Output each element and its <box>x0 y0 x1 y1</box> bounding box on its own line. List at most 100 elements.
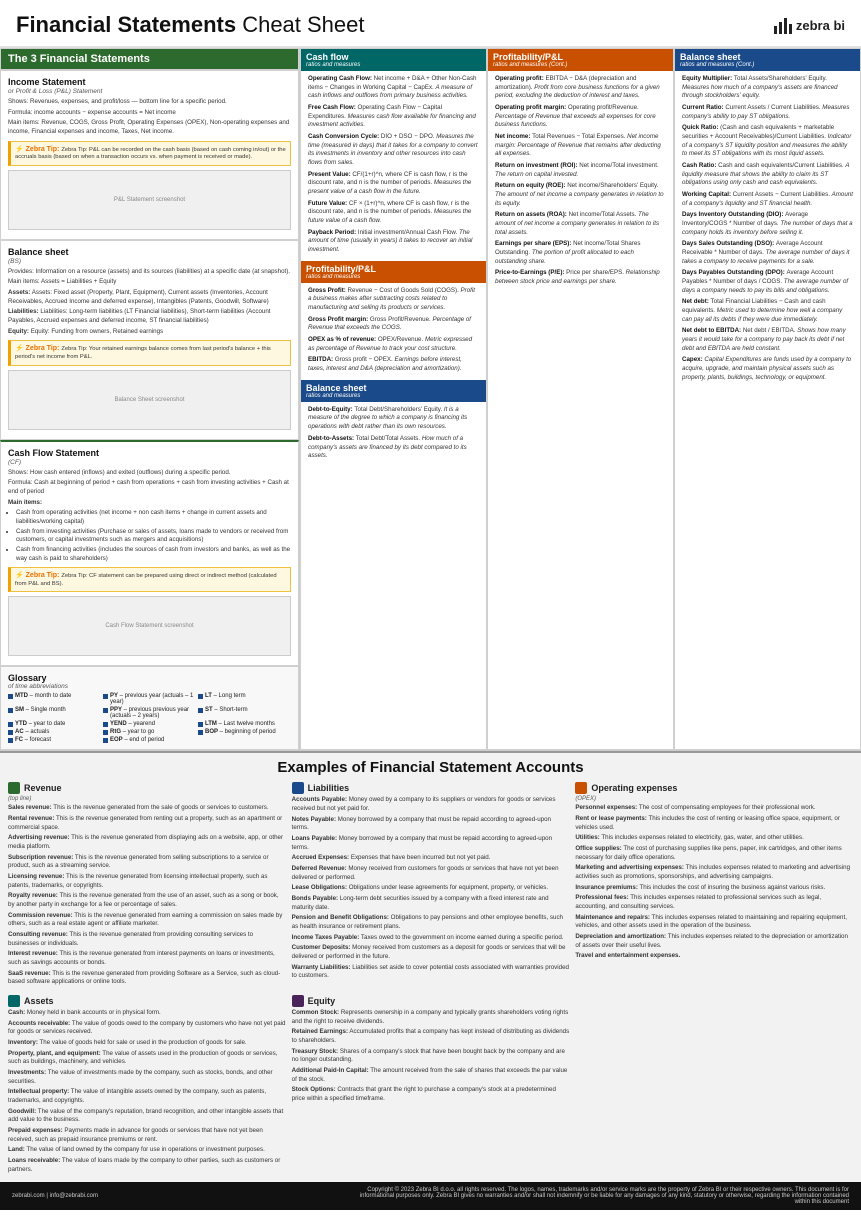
cf-ratio-5: Future Value: CF × (1+r)^n, where CF is … <box>308 200 479 226</box>
asset-9: Land: The value of land owned by the com… <box>8 1146 286 1155</box>
rev-9: Interest revenue: This is the revenue ge… <box>8 950 286 967</box>
gloss-mtd: MTD – month to date <box>8 693 101 705</box>
bs-right-1: Equity Multiplier: Total Assets/Sharehol… <box>682 75 853 101</box>
income-tip: ⚡ Zebra Tip: Zebra Tip: P&L can be recor… <box>8 141 291 166</box>
opex-icon <box>575 782 587 794</box>
cf-subtitle: (CF) <box>8 459 291 466</box>
bs-right-11: Capex: Capital Expenditures are funds us… <box>682 356 853 382</box>
balance-sheet-left-section: Balance sheet (BS) Provides: Information… <box>0 240 299 440</box>
examples-bottom-grid: Assets Cash: Money held in bank accounts… <box>8 995 853 1176</box>
examples-section: Examples of Financial Statement Accounts… <box>0 751 861 1182</box>
bs-right-2: Current Ratio: Current Assets / Current … <box>682 104 853 121</box>
liab-10: Customer Deposits: Money received from c… <box>292 944 570 961</box>
opex-3: Utilities: This includes expenses relate… <box>575 834 853 843</box>
gloss-sm: SM – Single month <box>8 707 101 719</box>
glossary-section: Glossary of time abbreviations MTD – mon… <box>0 666 299 750</box>
pl-cont-5: Return on equity (ROE): Net income/Share… <box>495 182 666 208</box>
equity-body: Common Stock: Represents ownership in a … <box>292 1009 570 1104</box>
rev-4: Subscription revenue: This is the revenu… <box>8 854 286 871</box>
bs-right-3: Quick Ratio: (Cash and cash equivalents … <box>682 124 853 159</box>
gloss-ltm: LTM – Last twelve months <box>198 721 291 727</box>
bs-right-10: Net debt to EBITDA: Net debt / EBITDA. S… <box>682 327 853 353</box>
opex-7: Professional fees: This includes expense… <box>575 894 853 911</box>
pl-ratio-2: Gross Profit margin: Gross Profit/Revenu… <box>308 316 479 333</box>
rev-2: Rental revenue: This is the revenue gene… <box>8 815 286 832</box>
cashflow-ratios-section: Cash flow ratios and measures Operating … <box>300 48 487 750</box>
bs-right-header: Balance sheet ratios and measures (Cont.… <box>675 49 860 71</box>
cf-title: Cash Flow Statement <box>8 448 291 458</box>
revenue-header: Revenue <box>8 782 286 794</box>
assets-title: Assets <box>24 996 54 1006</box>
page-title: Financial Statements Cheat Sheet <box>16 12 365 38</box>
income-body: Shows: Revenues, expenses, and profit/lo… <box>8 98 291 166</box>
liabilities-body: Accounts Payable: Money owed by a compan… <box>292 796 570 981</box>
liab-6: Lease Obligations: Obligations under lea… <box>292 884 570 893</box>
cashflow-ratios-title: Cash flow <box>306 52 481 62</box>
pl-cont-3: Net income: Total Revenues − Total Expen… <box>495 133 666 159</box>
asset-2: Accounts receivable: The value of goods … <box>8 1020 286 1037</box>
rev-10: SaaS revenue: This is the revenue genera… <box>8 970 286 987</box>
profitability-header: Profitability/P&L ratios and measures <box>301 261 486 283</box>
bs-measures-title: Balance sheet <box>306 383 481 393</box>
revenue-column: Revenue (top line) Sales revenue: This i… <box>8 782 286 989</box>
gloss-yend: YEND – yearend <box>103 721 196 727</box>
profitability-section: Profitability/P&L ratios and measures Gr… <box>308 261 479 374</box>
opex-title: Operating expenses <box>591 783 677 793</box>
bs-liabilities: Liabilities: Long-term liabilities (LT F… <box>8 308 271 324</box>
gloss-eop: EOP – end of period <box>103 737 196 743</box>
pl-cont-2: Operating profit margin: Operating profi… <box>495 104 666 130</box>
bs-left-title: Balance sheet <box>8 247 291 257</box>
opex-header: Operating expenses <box>575 782 853 794</box>
profitability-title: Profitability/P&L <box>306 264 481 274</box>
bs-right-7: Days Sales Outstanding (DSO): Average Ac… <box>682 240 853 266</box>
balance-sheet-right-section: Balance sheet ratios and measures (Cont.… <box>674 48 861 750</box>
logo-bars-icon <box>774 16 792 34</box>
assets-icon <box>8 995 20 1007</box>
profitability-cont-body: Operating profit: EBITDA − D&A (deprecia… <box>495 75 666 287</box>
examples-bottom-empty <box>575 995 853 1176</box>
cf-ratio-3: Cash Conversion Cycle: DIO + DSO − DPO. … <box>308 133 479 168</box>
cf-shows: Shows: How cash entered (inflows) and ex… <box>8 469 291 478</box>
page-footer: zebrabi.com | info@zebrabi.com Copyright… <box>0 1182 861 1210</box>
left-column: The 3 Financial Statements Income Statem… <box>0 48 300 750</box>
opex-9: Depreciation and amortization: This incl… <box>575 933 853 950</box>
tip-icon: ⚡ Zebra Tip: <box>15 146 61 153</box>
bs-formula: Main items: Assets = Liabilities + Equit… <box>8 278 291 287</box>
liabilities-column: Liabilities Accounts Payable: Money owed… <box>292 782 570 989</box>
gloss-ppy: PPY – previous previous year (actuals – … <box>103 707 196 719</box>
cashflow-ratios-header: Cash flow ratios and measures <box>301 49 486 71</box>
right-column: Cash flow ratios and measures Operating … <box>300 48 861 750</box>
income-shows: Shows: Revenues, expenses, and profit/lo… <box>8 98 291 107</box>
income-statement-screenshot: P&L Statement screenshot <box>8 170 291 230</box>
glossary-grid: MTD – month to date PY – previous year (… <box>8 693 291 743</box>
rev-8: Consulting revenue: This is the revenue … <box>8 931 286 948</box>
asset-7: Goodwill: The value of the company's rep… <box>8 1108 286 1125</box>
cf-body: Shows: How cash entered (inflows) and ex… <box>8 469 291 593</box>
cf-tip: ⚡ Zebra Tip: Zebra Tip: CF statement can… <box>8 567 291 592</box>
bs-right-8: Days Payables Outstanding (DPO): Average… <box>682 269 853 295</box>
bs-measure-1: Debt-to-Equity: Total Debt/Shareholders'… <box>308 406 479 432</box>
right-top-row: Cash flow ratios and measures Operating … <box>300 48 861 750</box>
asset-1: Cash: Money held in bank accounts or in … <box>8 1009 286 1018</box>
rev-6: Royalty revenue: This is the revenue gen… <box>8 892 286 909</box>
bs-tip-icon: ⚡ Zebra Tip: <box>15 345 61 352</box>
cashflow-screenshot: Cash Flow Statement screenshot <box>8 596 291 656</box>
bs-right-sub: ratios and measures (Cont.) <box>680 62 855 68</box>
bs-measures-body: Debt-to-Equity: Total Debt/Shareholders'… <box>308 406 479 461</box>
liab-2: Notes Payable: Money borrowed by a compa… <box>292 816 570 833</box>
cashflow-ratios-body: Operating Cash Flow: Net income + D&A + … <box>308 75 479 255</box>
opex-2: Rent or lease payments: This includes th… <box>575 815 853 832</box>
income-statement-section: Income Statement or Profit & Loss (P&L) … <box>0 70 299 240</box>
liab-5: Deferred Revenue: Money received from cu… <box>292 865 570 882</box>
cashflow-section: Cash Flow Statement (CF) Shows: How cash… <box>0 440 299 667</box>
opex-1: Personnel expenses: The cost of compensa… <box>575 804 853 813</box>
cf-ratio-2: Free Cash Flow: Operating Cash Flow − Ca… <box>308 104 479 130</box>
eq-3: Treasury Stock: Shares of a company's st… <box>292 1048 570 1065</box>
rev-3: Advertising revenue: This is the revenue… <box>8 834 286 851</box>
footer-right: Copyright © 2023 Zebra BI d.o.o. all rig… <box>349 1187 849 1205</box>
gloss-lt: LT – Long term <box>198 693 291 705</box>
footer-left: zebrabi.com | info@zebrabi.com <box>12 1193 98 1199</box>
rev-5: Licensing revenue: This is the revenue g… <box>8 873 286 890</box>
asset-3: Inventory: The value of goods held for s… <box>8 1039 286 1048</box>
revenue-body: Sales revenue: This is the revenue gener… <box>8 804 286 987</box>
